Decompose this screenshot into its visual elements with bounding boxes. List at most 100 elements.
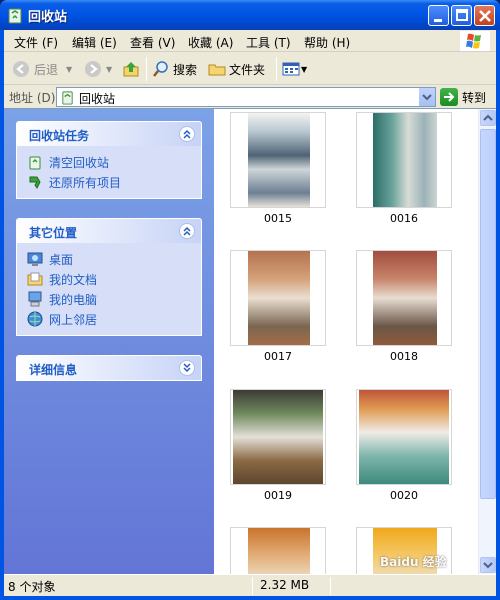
photo-thumbnail [248,251,310,345]
place-network-label: 网上邻居 [49,312,98,327]
menu-file[interactable]: 文件 (F) [14,34,58,51]
forward-button[interactable]: ▼ [84,60,112,78]
place-desktop-label: 桌面 [49,252,74,267]
file-name: 0017 [264,350,292,363]
menu-tools[interactable]: 工具 (T) [246,34,291,51]
status-divider [330,577,331,595]
window-title: 回收站 [28,10,68,25]
file-name: 0018 [390,350,418,363]
address-bar: 地址 (D) 回收站 转到 [4,86,496,108]
close-icon [479,10,491,22]
expand-icon[interactable] [179,360,195,376]
place-desktop-link[interactable]: 桌面 [27,249,201,269]
my-computer-icon [28,291,42,307]
chevron-down-icon [483,562,493,569]
place-network-link[interactable]: 网上邻居 [27,309,201,329]
back-label: 后退 [34,62,59,77]
back-button[interactable]: 后退 ▼ [12,60,72,78]
other-places-panel: 其它位置 桌面 我的文档 我的电脑 网上邻居 [16,218,202,336]
toolbar-separator [276,57,277,81]
explorer-window: 回收站 文件 (F) 编辑 (E) 查看 (V) 收藏 (A) 工具 (T) 帮… [0,0,500,600]
place-my-documents-label: 我的文档 [49,272,98,287]
recycle-tasks-panel: 回收站任务 清空回收站 还原所有项目 [16,121,202,199]
views-dropdown-icon[interactable]: ▼ [301,65,307,74]
empty-bin-icon [29,156,41,170]
file-thumbnail[interactable] [230,112,326,208]
go-label: 转到 [462,90,487,105]
maximize-icon [456,9,468,21]
file-list: 0015 0016 0017 0018 0019 0020 [214,109,478,575]
menu-favorites[interactable]: 收藏 (A) [188,34,233,51]
back-dropdown-icon[interactable]: ▼ [66,65,72,74]
empty-recycle-bin-label: 清空回收站 [49,155,110,170]
scroll-up-button[interactable] [480,110,496,126]
place-my-documents-link[interactable]: 我的文档 [27,269,201,289]
folders-label: 文件夹 [229,62,266,77]
chevron-up-icon [483,114,493,121]
other-places-header[interactable]: 其它位置 [17,219,201,243]
forward-dropdown-icon[interactable]: ▼ [106,65,112,74]
maximize-button[interactable] [451,5,472,26]
folder-icon [208,64,226,76]
menu-help[interactable]: 帮助 (H) [304,34,350,51]
restore-all-link[interactable]: 还原所有项目 [27,172,201,192]
back-arrow-icon [13,61,29,77]
go-arrow-icon [440,88,458,106]
title-bar[interactable]: 回收站 [0,0,500,30]
up-folder-button[interactable] [122,60,140,78]
minimize-button[interactable] [428,5,449,26]
minimize-icon [434,19,442,22]
windows-logo-icon [460,31,490,51]
search-button[interactable]: 搜索 [152,60,197,78]
file-thumbnail[interactable] [230,527,326,575]
close-button[interactable] [474,5,495,26]
photo-thumbnail [233,390,323,484]
network-places-icon [27,311,43,327]
file-name: 0020 [390,489,418,502]
address-field[interactable]: 回收站 [56,87,436,107]
menu-edit[interactable]: 编辑 (E) [72,34,117,51]
other-places-title: 其它位置 [29,226,78,240]
photo-thumbnail [248,113,310,207]
details-title: 详细信息 [29,363,78,377]
recycle-tasks-header[interactable]: 回收站任务 [17,122,201,146]
task-pane: 回收站任务 清空回收站 还原所有项目 其它位置 桌面 我的文档 我的电脑 网上邻… [4,109,214,575]
file-name: 0019 [264,489,292,502]
status-object-count: 8 个对象 [8,580,56,594]
file-thumbnail[interactable] [356,250,452,346]
up-folder-icon [123,62,139,77]
scrollbar-thumb[interactable] [480,129,496,499]
file-thumbnail[interactable] [356,389,452,485]
photo-thumbnail [248,528,310,575]
details-header[interactable]: 详细信息 [17,356,201,380]
place-my-computer-link[interactable]: 我的电脑 [27,289,201,309]
views-icon [282,62,300,76]
views-button[interactable]: ▼ [282,60,307,78]
collapse-icon[interactable] [179,126,195,142]
desktop-icon [27,252,43,266]
menu-view[interactable]: 查看 (V) [130,34,175,51]
file-name: 0015 [264,212,292,225]
address-dropdown-button[interactable] [418,88,435,106]
go-button[interactable]: 转到 [440,87,494,107]
file-thumbnail[interactable] [356,112,452,208]
my-documents-icon [27,272,43,286]
file-thumbnail[interactable] [230,389,326,485]
folders-button[interactable]: 文件夹 [208,60,265,78]
vertical-scrollbar[interactable] [478,109,496,575]
collapse-icon[interactable] [179,223,195,239]
details-panel: 详细信息 [16,355,202,381]
photo-thumbnail [359,390,449,484]
scroll-down-button[interactable] [480,557,496,573]
menu-bar: 文件 (F) 编辑 (E) 查看 (V) 收藏 (A) 工具 (T) 帮助 (H… [4,30,496,52]
recycle-tasks-title: 回收站任务 [29,129,90,143]
address-value: 回收站 [79,92,116,106]
watermark: Baidu 经验 [380,555,447,569]
search-icon [153,61,168,77]
restore-arrow-icon [29,176,41,189]
photo-thumbnail [373,113,437,207]
status-divider [252,577,253,595]
window-client: 文件 (F) 编辑 (E) 查看 (V) 收藏 (A) 工具 (T) 帮助 (H… [4,30,496,596]
file-thumbnail[interactable] [230,250,326,346]
empty-recycle-bin-link[interactable]: 清空回收站 [27,152,201,172]
